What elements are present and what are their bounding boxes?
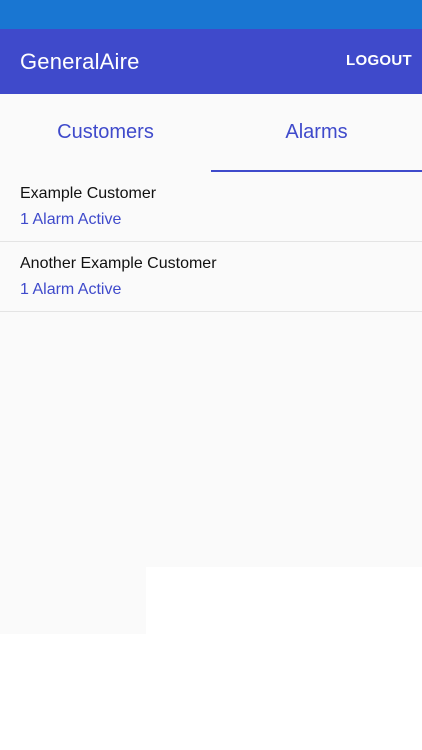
customer-name: Another Example Customer (20, 255, 217, 272)
blank-region (146, 567, 422, 634)
alarm-status: 1 Alarm Active (20, 281, 122, 298)
alarm-status: 1 Alarm Active (20, 211, 122, 228)
list-item[interactable]: Example Customer 1 Alarm Active (0, 172, 422, 242)
logout-button[interactable]: LOGOUT (346, 51, 412, 71)
app-title: GeneralAire (20, 49, 140, 74)
customer-name: Example Customer (20, 185, 157, 202)
alarm-list: Example Customer 1 Alarm Active Another … (0, 172, 422, 312)
tab-customers[interactable]: Customers (0, 94, 211, 172)
status-bar (0, 0, 422, 29)
list-item[interactable]: Another Example Customer 1 Alarm Active (0, 242, 422, 312)
tab-alarms[interactable]: Alarms (211, 94, 422, 172)
tab-bar: Customers Alarms (0, 94, 422, 172)
main-content: Customers Alarms Example Customer 1 Alar… (0, 94, 422, 634)
app-bar: GeneralAire LOGOUT (0, 29, 422, 94)
